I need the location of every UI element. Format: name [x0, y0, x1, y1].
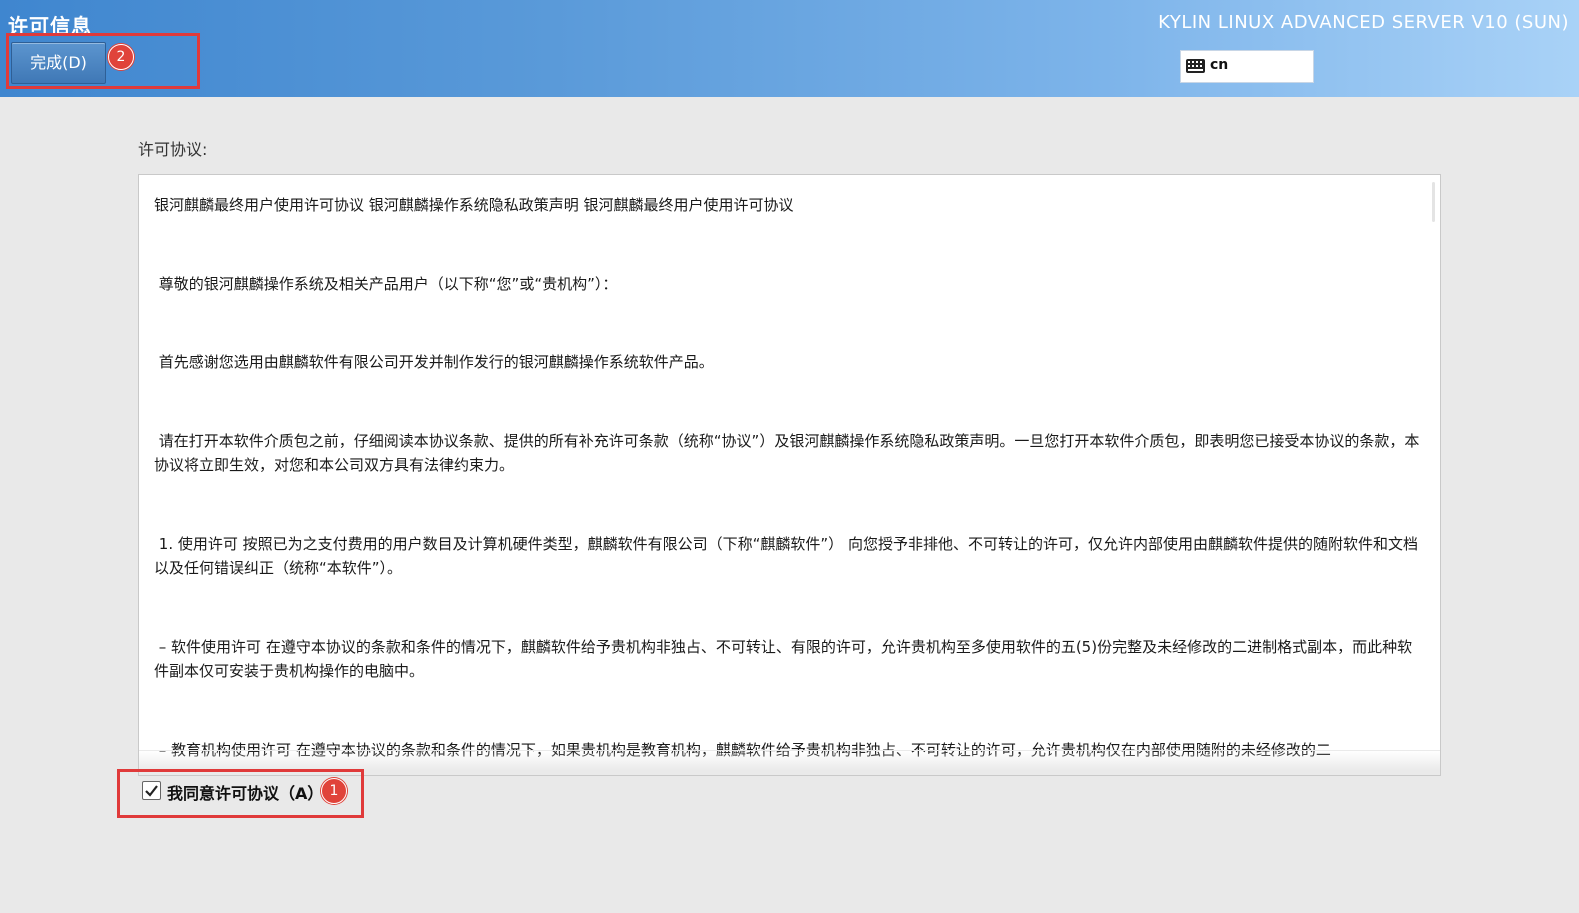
license-text: 银河麒麟最终用户使用许可协议 银河麒麟操作系统隐私政策声明 银河麒麟最终用户使用…: [154, 193, 1426, 762]
license-paragraph: 1. 使用许可 按照已为之支付费用的用户数目及计算机硬件类型，麒麟软件有限公司（…: [154, 534, 1418, 578]
annotation-badge-2: 2: [108, 44, 134, 70]
keyboard-layout-indicator[interactable]: cn: [1180, 50, 1314, 83]
license-paragraph: – 软件使用许可 在遵守本协议的条款和条件的情况下，麒麟软件给予贵机构非独占、不…: [154, 637, 1413, 681]
keyboard-layout-code: cn: [1210, 57, 1229, 73]
keyboard-icon: [1186, 59, 1205, 73]
license-paragraph: 请在打开本软件介质包之前，仔细阅读本协议条款、提供的所有补充许可条款（统称“协议…: [154, 431, 1420, 475]
license-paragraph: 首先感谢您选用由麒麟软件有限公司开发并制作发行的银河麒麟操作系统软件产品。: [154, 353, 714, 371]
annotation-badge-1: 1: [321, 778, 347, 804]
product-name: KYLIN LINUX ADVANCED SERVER V10 (SUN): [1158, 12, 1569, 33]
license-paragraph: 银河麒麟最终用户使用许可协议 银河麒麟操作系统隐私政策声明 银河麒麟最终用户使用…: [154, 196, 794, 214]
license-paragraph: 尊敬的银河麒麟操作系统及相关产品用户（以下称“您”或“贵机构”）：: [154, 274, 618, 293]
scrollbar[interactable]: [1432, 182, 1435, 222]
license-label: 许可协议:: [138, 140, 208, 159]
license-text-view[interactable]: 银河麒麟最终用户使用许可协议 银河麒麟操作系统隐私政策声明 银河麒麟最终用户使用…: [138, 174, 1441, 776]
annotation-box-done: [6, 33, 200, 89]
header-bar: 许可信息 完成(D) KYLIN LINUX ADVANCED SERVER V…: [0, 0, 1579, 97]
